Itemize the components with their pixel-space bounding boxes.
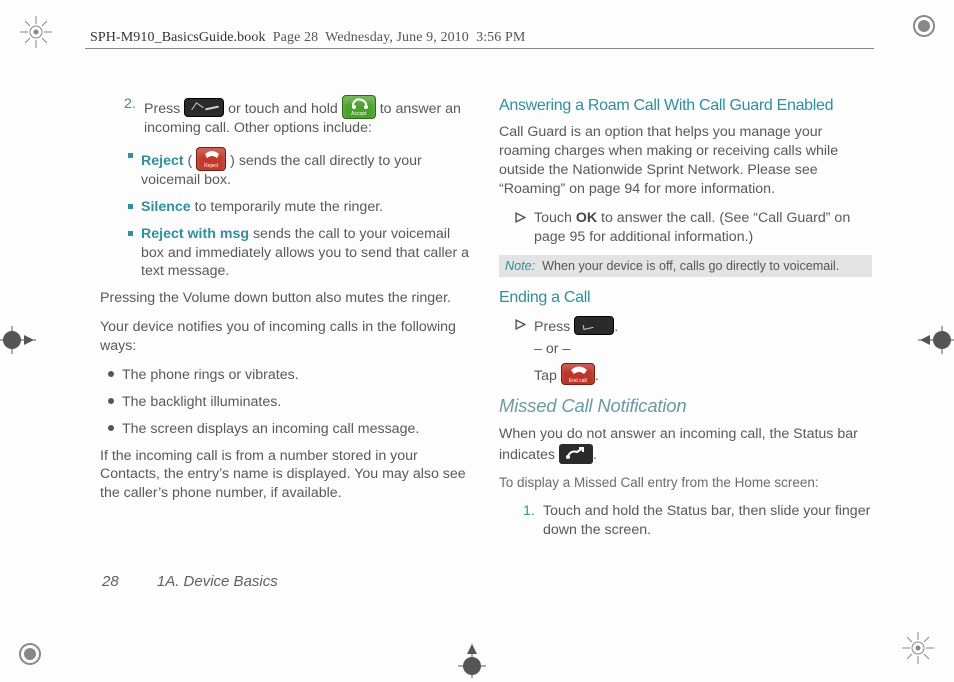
heading-ending: Ending a Call <box>499 287 872 308</box>
header-rule <box>85 48 874 49</box>
page-columns: 2. Press or touch and hold Accept to ans… <box>100 95 872 562</box>
notify-1: The phone rings or vibrates. <box>100 366 473 385</box>
missed-para: When you do not answer an incoming call,… <box>499 425 872 465</box>
text: . <box>593 447 597 463</box>
note-label: Note: <box>505 259 535 273</box>
icon-label: End call <box>562 378 594 385</box>
page-footer: 28 1A. Device Basics <box>102 573 278 590</box>
right-column: Answering a Roam Call With Call Guard En… <box>499 95 872 562</box>
note-box: Note: When your device is off, calls go … <box>499 255 872 278</box>
doc-title: SPH-M910_BasicsGuide.book <box>90 30 266 45</box>
crop-mark-tl <box>16 12 56 52</box>
notify-3: The screen displays an incoming call mes… <box>100 420 473 439</box>
heading-missed: Missed Call Notification <box>499 394 872 419</box>
reject-label: Reject <box>141 153 184 169</box>
text: The screen displays an incoming call mes… <box>122 420 419 439</box>
silence-option: Silence to temporarily mute the ringer. <box>100 198 473 217</box>
text: The backlight illuminates. <box>122 393 281 412</box>
missed-step-1: 1. Touch and hold the Status bar, then s… <box>499 502 872 540</box>
heading-roam: Answering a Roam Call With Call Guard En… <box>499 95 872 116</box>
text: or touch and hold <box>228 101 342 117</box>
doc-header: SPH-M910_BasicsGuide.book Page 28 Wednes… <box>90 30 525 46</box>
square-bullet-icon <box>128 204 133 209</box>
end-key-icon <box>574 316 614 335</box>
doc-date: Wednesday, June 9, 2010 <box>325 30 469 45</box>
silence-label: Silence <box>141 199 191 215</box>
talk-key-icon <box>184 98 224 117</box>
missed-sub: To display a Missed Call entry from the … <box>499 474 872 492</box>
text: The phone rings or vibrates. <box>122 366 299 385</box>
reject-with-msg-label: Reject with msg <box>141 226 249 242</box>
end-call-steps: Press . – or – Tap End call . <box>499 316 872 387</box>
dot-bullet-icon <box>108 425 114 431</box>
reject-icon: Reject <box>196 147 226 171</box>
note-text: When your device is off, calls go direct… <box>542 259 839 273</box>
text: Touch <box>534 210 576 226</box>
step-number: 1. <box>523 502 537 540</box>
icon-label: Accept <box>343 111 375 118</box>
roam-para: Call Guard is an option that helps you m… <box>499 123 872 199</box>
arrow-bullet-icon <box>515 319 526 330</box>
section-title: 1A. Device Basics <box>157 573 278 590</box>
text: Press <box>144 101 184 117</box>
doc-time: 3:56 PM <box>476 30 525 45</box>
crop-mark-bl <box>16 640 44 668</box>
text: When you do not answer an incoming call,… <box>499 426 858 463</box>
icon-label: Reject <box>197 163 225 170</box>
doc-page-ref: Page 28 <box>273 30 318 45</box>
left-column: 2. Press or touch and hold Accept to ans… <box>100 95 473 562</box>
crop-mark-tr <box>910 12 938 40</box>
square-bullet-icon <box>128 231 133 236</box>
end-call-icon: End call <box>561 363 595 385</box>
reg-mark-right <box>918 320 954 360</box>
square-bullet-icon <box>128 153 133 158</box>
notify-2: The backlight illuminates. <box>100 393 473 412</box>
page-number: 28 <box>102 573 119 590</box>
reg-mark-left <box>0 320 36 360</box>
reject-with-msg-option: Reject with msg sends the call to your v… <box>100 225 473 282</box>
arrow-bullet-icon <box>515 212 526 223</box>
text: Touch and hold the Status bar, then slid… <box>543 502 872 540</box>
step-2: 2. Press or touch and hold Accept to ans… <box>100 95 473 138</box>
ok-label: OK <box>576 210 597 226</box>
text: Press <box>534 319 574 335</box>
text: to temporarily mute the ringer. <box>191 199 383 215</box>
reg-mark-bottom <box>452 644 492 678</box>
step-number: 2. <box>124 95 138 138</box>
accept-icon: Accept <box>342 95 376 119</box>
roam-step: Touch OK to answer the call. (See “Call … <box>499 209 872 247</box>
volume-para: Pressing the Volume down button also mut… <box>100 289 473 308</box>
reject-option: Reject ( Reject ) sends the call directl… <box>100 147 473 190</box>
dot-bullet-icon <box>108 398 114 404</box>
text: Tap <box>534 368 561 384</box>
dot-bullet-icon <box>108 371 114 377</box>
missed-call-icon <box>559 444 593 464</box>
step-2-body: Press or touch and hold Accept to answer… <box>144 95 473 138</box>
contacts-para: If the incoming call is from a number st… <box>100 447 473 504</box>
crop-mark-br <box>898 628 938 668</box>
text: sends the call directly to your voicemai… <box>141 153 422 188</box>
or-text: – or – <box>534 340 618 359</box>
notify-para: Your device notifies you of incoming cal… <box>100 318 473 356</box>
